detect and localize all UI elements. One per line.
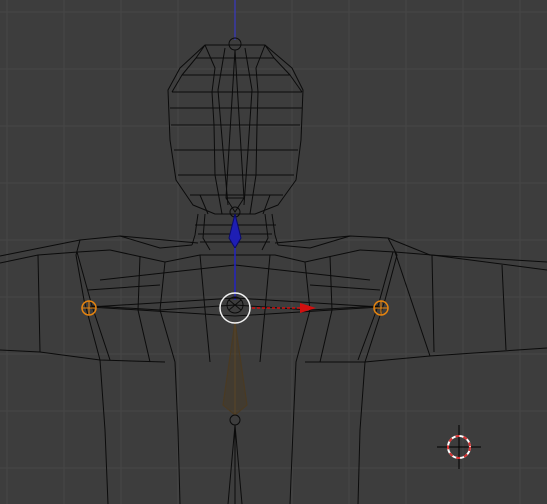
left-shoulder-joint[interactable] <box>81 300 97 316</box>
spine-bone[interactable] <box>222 321 248 504</box>
3d-cursor[interactable] <box>437 425 481 469</box>
neck-bone-selected[interactable] <box>228 213 242 300</box>
3d-viewport[interactable] <box>0 0 547 504</box>
right-shoulder-joint[interactable] <box>373 300 389 316</box>
character-mesh[interactable] <box>0 44 547 504</box>
head-bone[interactable] <box>225 37 245 218</box>
